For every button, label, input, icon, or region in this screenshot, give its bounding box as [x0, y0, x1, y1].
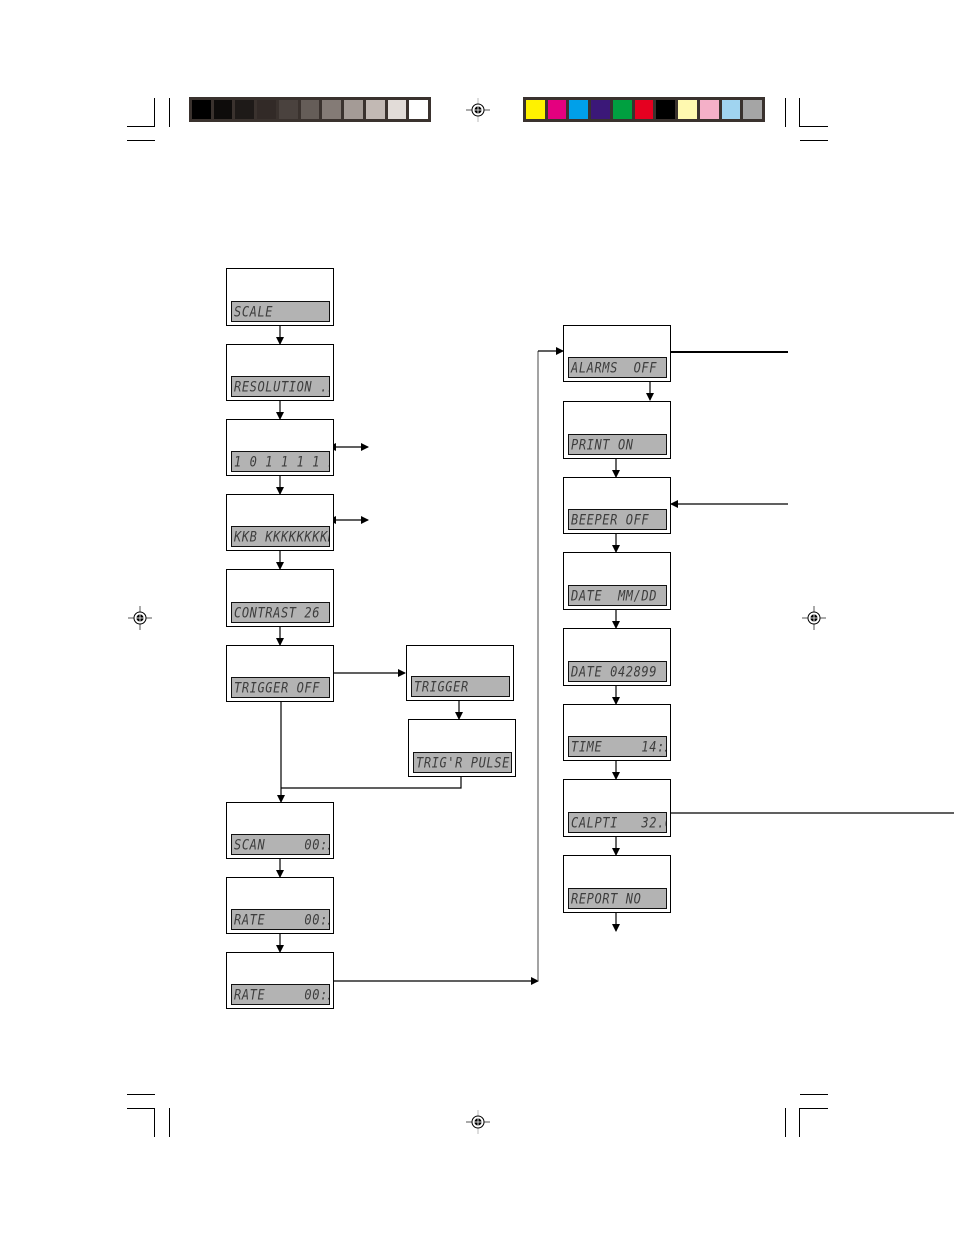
lcd-text: TRIGGER OFF — [234, 679, 321, 696]
lcd-display: TRIGGER OFF — [231, 677, 330, 698]
color-swatch — [634, 100, 654, 119]
screen-date-value: DATE 042899 — [563, 628, 671, 686]
color-swatch — [656, 100, 676, 119]
lcd-text: KKB KKKKKKKKK — [234, 528, 330, 545]
screen-trigger-off: TRIGGER OFF — [226, 645, 334, 702]
lcd-display: RATE 00:20 — [231, 984, 330, 1005]
lcd-display: 1 0 1 1 1 1 1 1 1 1 — [231, 451, 330, 472]
lcd-display: TRIG'R PULSE — [413, 752, 512, 773]
registration-mark-icon — [466, 98, 490, 122]
screen-rate-2: RATE 00:20 — [226, 952, 334, 1009]
registration-mark-icon — [128, 606, 152, 630]
lcd-display: CONTRAST 26 — [231, 602, 330, 623]
color-swatch — [721, 100, 741, 119]
color-swatch — [365, 100, 385, 119]
screen-resolution: RESOLUTION .1 — [226, 344, 334, 401]
lcd-display: SCAN 00:20 — [231, 834, 330, 855]
screen-calpti: CALPTI 32.0 — [563, 779, 671, 837]
screen-scale: SCALE — [226, 268, 334, 326]
lcd-text: RATE 00:20 — [234, 911, 329, 928]
color-swatch — [278, 100, 298, 119]
lcd-display: TRIGGER — [411, 676, 510, 697]
color-swatch — [192, 100, 211, 119]
lcd-text: SCALE — [234, 303, 274, 320]
lcd-display: REPORT NO — [568, 888, 667, 909]
lcd-display: PRINT ON — [568, 434, 667, 455]
color-swatch — [699, 100, 719, 119]
lcd-display: BEEPER OFF — [568, 509, 667, 530]
screen-print: PRINT ON — [563, 401, 671, 459]
merge-line-pulse — [281, 777, 462, 789]
lcd-text: 1 0 1 1 1 1 1 1 1 1 — [234, 453, 329, 470]
screen-rate-1: RATE 00:20 — [226, 877, 334, 934]
color-swatch — [526, 100, 545, 119]
color-swatch — [322, 100, 342, 119]
registration-mark-icon — [802, 606, 826, 630]
color-swatch — [235, 100, 255, 119]
color-swatch — [300, 100, 320, 119]
screen-time: TIME 14:22 — [563, 704, 671, 761]
lcd-display: TIME 14:22 — [568, 736, 667, 757]
screen-contrast: CONTRAST 26 — [226, 569, 334, 627]
lcd-text: SCAN 00:20 — [234, 836, 329, 853]
lcd-text: TIME 14:22 — [571, 738, 666, 755]
lcd-display: SCALE — [231, 301, 330, 322]
process-color-bar — [523, 97, 765, 122]
grayscale-color-bar — [189, 97, 431, 122]
screen-alarms: ALARMS OFF — [563, 325, 671, 382]
lcd-text: ALARMS OFF — [571, 359, 658, 376]
screen-k-chars: KKB KKKKKKKKK — [226, 494, 334, 551]
lcd-display: DATE MM/DD — [568, 585, 667, 606]
color-swatch — [547, 100, 567, 119]
color-swatch — [409, 100, 429, 119]
lcd-display: RESOLUTION .1 — [231, 376, 330, 397]
lcd-text: RESOLUTION .1 — [234, 378, 330, 395]
lcd-text: TRIGGER — [414, 678, 469, 695]
lcd-display: ALARMS OFF — [568, 357, 667, 378]
screen-beeper: BEEPER OFF — [563, 477, 671, 534]
lcd-text: PRINT ON — [571, 436, 634, 453]
color-swatch — [257, 100, 276, 119]
color-swatch — [678, 100, 697, 119]
screen-ones: 1 0 1 1 1 1 1 1 1 1 — [226, 419, 334, 476]
registration-mark-icon — [466, 1110, 490, 1134]
lcd-display: CALPTI 32.0 — [568, 812, 667, 833]
lcd-text: TRIG'R PULSE — [416, 754, 510, 771]
screen-report: REPORT NO — [563, 855, 671, 913]
color-swatch — [743, 100, 763, 119]
color-swatch — [213, 100, 233, 119]
screen-trigger: TRIGGER — [406, 645, 514, 701]
screen-scan: SCAN 00:20 — [226, 802, 334, 859]
screen-trig-pulse: TRIG'R PULSE — [408, 719, 516, 777]
lcd-text: BEEPER OFF — [571, 511, 650, 528]
color-swatch — [387, 100, 407, 119]
lcd-display: DATE 042899 — [568, 661, 667, 682]
lcd-text: CONTRAST 26 — [234, 604, 321, 621]
lcd-text: DATE MM/DD — [571, 587, 658, 604]
lcd-display: KKB KKKKKKKKK — [231, 526, 330, 547]
lcd-text: REPORT NO — [571, 890, 642, 907]
lcd-display: RATE 00:20 — [231, 909, 330, 930]
color-swatch — [612, 100, 632, 119]
lcd-text: CALPTI 32.0 — [571, 814, 667, 831]
color-swatch — [591, 100, 610, 119]
color-swatch — [569, 100, 589, 119]
color-swatch — [344, 100, 363, 119]
lcd-text: DATE 042899 — [571, 663, 658, 680]
screen-date-format: DATE MM/DD — [563, 552, 671, 610]
lcd-text: RATE 00:20 — [234, 986, 329, 1003]
